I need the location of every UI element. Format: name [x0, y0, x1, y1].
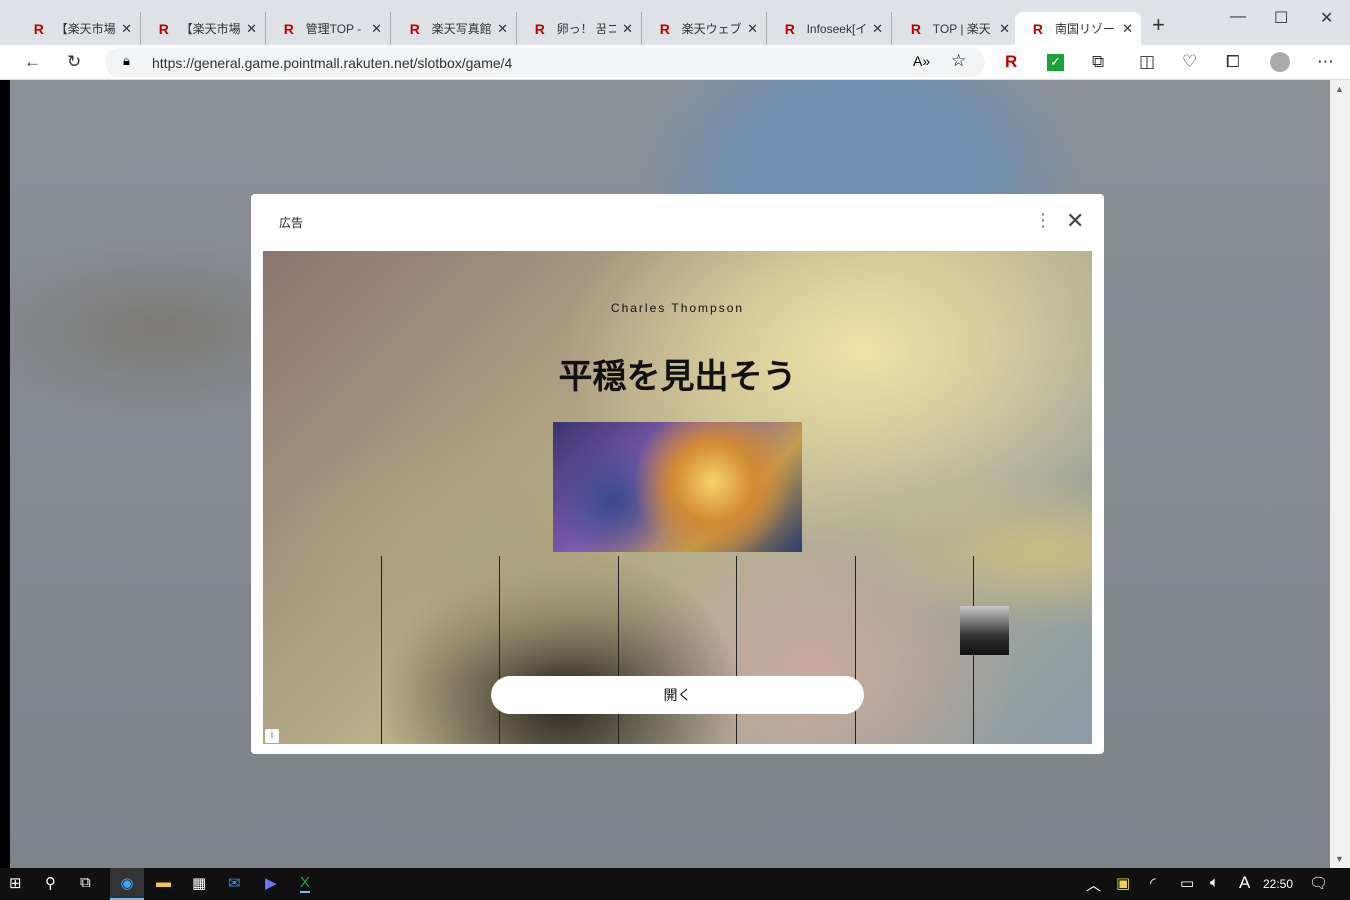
tab-title: Infoseek[イ — [806, 22, 867, 36]
show-hidden-icons[interactable]: ︿ — [1086, 874, 1101, 895]
rakuten-favicon: R — [534, 20, 545, 37]
minimize-button[interactable]: — — [1230, 8, 1246, 26]
battery-icon[interactable]: ▭ — [1180, 874, 1194, 892]
search-icon[interactable]: ⚲ — [45, 874, 56, 892]
back-button[interactable]: ← — [24, 52, 41, 72]
rakuten-favicon: R — [409, 20, 420, 37]
rakuten-favicon: R — [33, 20, 44, 37]
rakuten-favicon: R — [784, 20, 795, 37]
ad-creative[interactable]: Charles Thompson 平穏を見出そう 開く i — [263, 251, 1092, 744]
profile-avatar[interactable] — [1270, 52, 1290, 72]
excel-icon[interactable]: X — [300, 874, 311, 893]
divider-line — [381, 556, 382, 744]
ad-image[interactable] — [553, 422, 802, 552]
rakuten-favicon: R — [910, 20, 921, 37]
browser-tab[interactable]: R 【楽天市場】 ✕ — [16, 12, 141, 45]
tab-title: 南国リゾート — [1054, 22, 1116, 36]
open-button[interactable]: 開く — [491, 676, 864, 714]
favorite-star-icon[interactable]: ☆ — [951, 51, 966, 71]
ad-author: Charles Thompson — [610, 301, 745, 315]
tab-title: 楽天ウェブ検 — [681, 22, 742, 36]
more-menu-icon[interactable]: ⋯ — [1317, 52, 1334, 72]
tab-title: 管理TOP - — [305, 22, 362, 36]
extensions-icon[interactable]: ⧉ — [1092, 52, 1104, 72]
check-extension-icon[interactable]: ✓ — [1047, 54, 1064, 71]
browser-tab[interactable]: R 楽天写真館 ✕ — [392, 12, 517, 45]
address-bar[interactable]: 🔒︎ https://general.game.pointmall.rakute… — [105, 48, 985, 77]
url-text[interactable]: https://general.game.pointmall.rakuten.n… — [152, 55, 512, 71]
tab-title: TOP | 楽天 — [932, 22, 991, 36]
scroll-up-icon[interactable]: ▲ — [1335, 84, 1344, 94]
more-options-icon[interactable]: ⋮ — [1034, 210, 1052, 231]
collections-icon[interactable]: ⧠ — [1226, 52, 1240, 72]
browser-tab[interactable]: R 卵っ！ 꿈コレ ✕ — [517, 12, 642, 45]
browser-toolbar: ← ↻ 🔒︎ https://general.game.pointmall.ra… — [0, 45, 1350, 80]
close-tab-icon[interactable]: ✕ — [622, 21, 633, 37]
ad-thumbnail[interactable] — [960, 606, 1009, 655]
ad-label: 広告 — [279, 216, 304, 230]
lock-icon: 🔒︎ — [123, 53, 130, 68]
file-explorer-icon[interactable]: ▬ — [156, 874, 171, 891]
close-tab-icon[interactable]: ✕ — [1122, 21, 1133, 37]
tab-title: 卵っ！ 꿈コレ — [556, 22, 617, 36]
rakuten-favicon: R — [659, 20, 670, 37]
divider-line — [855, 556, 856, 744]
close-tab-icon[interactable]: ✕ — [246, 21, 257, 37]
close-tab-icon[interactable]: ✕ — [497, 21, 508, 37]
wifi-icon[interactable]: ◜ — [1150, 874, 1156, 892]
ad-modal: 広告 ⋮ ✕ Charles Thompson 平穏を見出そう 開く i — [251, 194, 1104, 754]
close-tab-icon[interactable]: ✕ — [121, 21, 132, 37]
close-window-button[interactable]: ✕ — [1320, 8, 1333, 28]
divider-line — [499, 556, 500, 744]
split-screen-icon[interactable]: ◫ — [1139, 52, 1155, 72]
tab-title: 【楽天市場】 — [180, 22, 241, 36]
tab-title: 楽天写真館 — [431, 22, 492, 36]
browser-tab[interactable]: R 楽天ウェブ検 ✕ — [642, 12, 767, 45]
ad-title: 平穏を見出そう — [558, 358, 797, 396]
read-aloud-icon[interactable]: A» — [913, 53, 930, 69]
maximize-button[interactable]: ☐ — [1274, 8, 1288, 28]
browser-tab[interactable]: R 南国リゾート ✕ — [1015, 12, 1141, 45]
media-app-icon[interactable]: ▶ — [265, 874, 277, 892]
task-view-icon[interactable]: ⧉ — [80, 874, 91, 891]
scroll-down-icon[interactable]: ▼ — [1335, 854, 1344, 864]
close-ad-button[interactable]: ✕ — [1066, 208, 1084, 234]
close-tab-icon[interactable]: ✕ — [747, 21, 758, 37]
tab-bar: R 【楽天市場】 ✕ R 【楽天市場】 ✕ R 管理TOP - ✕ R 楽天写真館 ✕ R 卵っ！ 꿈コ… — [0, 0, 1350, 45]
new-tab-button[interactable]: + — [1152, 12, 1165, 38]
windows-start-icon[interactable]: ⊞ — [9, 874, 22, 892]
close-tab-icon[interactable]: ✕ — [999, 21, 1010, 37]
rakuten-extension-icon[interactable]: R — [1005, 52, 1017, 72]
ad-info-icon[interactable]: i — [265, 729, 279, 743]
tray-app-icon[interactable]: ▣ — [1116, 874, 1130, 892]
tab-title: 【楽天市場】 — [55, 22, 116, 36]
rakuten-favicon: R — [1032, 20, 1044, 37]
browser-tab[interactable]: R 管理TOP - ✕ — [266, 12, 391, 45]
ime-indicator[interactable]: A — [1239, 873, 1250, 893]
store-icon[interactable]: ▦ — [192, 874, 206, 892]
close-tab-icon[interactable]: ✕ — [872, 21, 883, 37]
notifications-icon[interactable]: 🗨︎ — [1309, 874, 1328, 892]
rakuten-favicon: R — [283, 20, 294, 37]
mail-icon[interactable]: ✉ — [228, 874, 241, 892]
rakuten-favicon: R — [158, 20, 169, 37]
edge-taskbar-icon[interactable]: ◉ — [110, 868, 144, 900]
taskbar: ⊞ ⚲ ⧉ ◉ ▬ ▦ ✉ ▶ X ︿ ▣ ◜ ▭ 🔈︎ A 22:50 🗨︎ — [0, 868, 1350, 900]
browser-tab[interactable]: R TOP | 楽天 ✕ — [893, 12, 1018, 45]
refresh-button[interactable]: ↻ — [67, 52, 81, 72]
clock[interactable]: 22:50 — [1263, 877, 1293, 891]
divider-line — [618, 556, 619, 744]
browser-tab[interactable]: R 【楽天市場】 ✕ — [141, 12, 266, 45]
divider-line — [736, 556, 737, 744]
close-tab-icon[interactable]: ✕ — [371, 21, 382, 37]
browser-tab[interactable]: R Infoseek[イ ✕ — [767, 12, 892, 45]
browser-essentials-icon[interactable]: ♡ — [1182, 52, 1197, 72]
volume-icon[interactable]: 🔈︎ — [1210, 874, 1219, 891]
scrollbar[interactable]: ▲ ▼ — [1330, 80, 1350, 868]
